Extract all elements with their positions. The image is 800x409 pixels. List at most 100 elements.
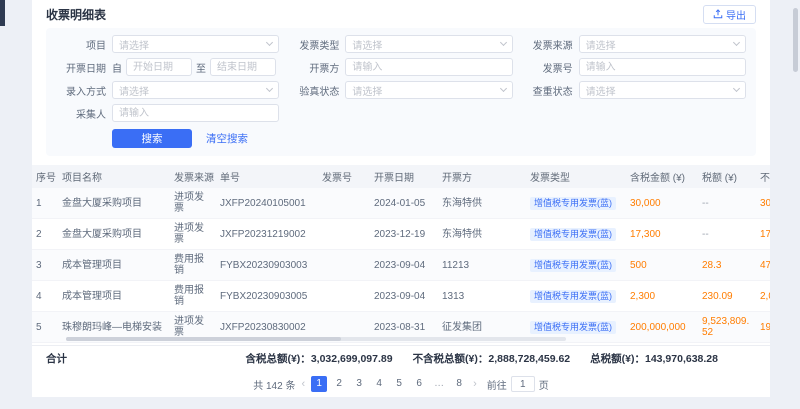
tax-total: 总税额(¥)：143,970,638.28 [590,351,718,366]
total-count: 共 142 条 [253,377,295,392]
column-header-source: 发票来源 [170,165,216,188]
end-date-input[interactable] [210,58,276,76]
filter-invoice-source: 发票来源 请选择 [523,35,746,53]
cell-net: 190,476,190.48 [756,312,770,343]
summary-total-label: 合计 [46,351,67,366]
entry-method-select[interactable]: 请选择 [112,81,279,99]
filter-issuer: 开票方 [289,58,512,76]
filter-invoice-date: 开票日期 自 至 [56,58,279,76]
cell-source: 进项发票 [170,219,216,250]
filter-actions: 搜索 清空搜索 [56,129,746,148]
invoice-type-badge: 增值税专用发票(蓝) [530,259,616,272]
filter-invoice-type: 发票类型 请选择 [289,35,512,53]
page-button[interactable]: 6 [411,376,427,392]
column-header-tax: 税额 (¥) [698,165,756,188]
table-row[interactable]: 1金盘大厦采购项目进项发票JXFP202401050012024-01-05东海… [32,188,770,219]
page-button[interactable]: 3 [351,376,367,392]
cell-project: 成本管理项目 [58,281,170,312]
invoice-date-range: 自 至 [112,58,279,76]
cell-order: JXFP20231219002 [216,219,318,250]
filter-entry-method: 录入方式 请选择 [56,81,279,99]
cell-tax: 230.09 [698,281,756,312]
column-header-issuer: 开票方 [438,165,526,188]
cell-type: 增值税专用发票(蓝) [526,219,626,250]
next-page-button[interactable]: › [473,376,477,392]
horizontal-scrollbar-thumb[interactable] [66,337,341,341]
issuer-input[interactable] [345,58,512,76]
column-header-project: 项目名称 [58,165,170,188]
page-button[interactable]: 4 [371,376,387,392]
page-button[interactable]: 2 [331,376,347,392]
export-button[interactable]: 导出 [703,5,756,24]
pager-ellipsis: … [431,376,447,392]
cell-net: 30,000 [756,188,770,219]
invoice-type-select[interactable]: 请选择 [345,35,512,53]
cell-source: 费用报销 [170,250,216,281]
filter-dup-status: 查重状态 请选择 [523,81,746,99]
filter-panel: 项目 请选择 发票类型 请选择 发票来源 请选择 [46,28,756,156]
issuer-label: 开票方 [289,60,339,75]
table-row[interactable]: 3成本管理项目费用报销FYBX202309030032023-09-041121… [32,250,770,281]
cell-no: 5 [32,312,58,343]
table-row[interactable]: 4成本管理项目费用报销FYBX202309030052023-09-041313… [32,281,770,312]
cell-date: 2024-01-05 [370,188,438,219]
chevron-down-icon [500,39,507,46]
table-row[interactable]: 2金盘大厦采购项目进项发票JXFP202312190022023-12-19东海… [32,219,770,250]
invoice-type-badge: 增值税专用发票(蓝) [530,321,616,334]
search-button[interactable]: 搜索 [112,129,192,148]
cell-project: 金盘大厦采购项目 [58,219,170,250]
cell-type: 增值税专用发票(蓝) [526,250,626,281]
cell-order: JXFP20240105001 [216,188,318,219]
cell-date: 2023-12-19 [370,219,438,250]
dup-status-select[interactable]: 请选择 [579,81,746,99]
horizontal-scrollbar[interactable] [66,337,566,341]
page-button[interactable]: 1 [311,376,327,392]
incl-tax-total: 含税总额(¥)：3,032,699,097.89 [245,351,392,366]
cell-amount: 30,000 [626,188,698,219]
cell-net: 17,300 [756,219,770,250]
goto-page-input[interactable] [511,376,535,392]
cell-date: 2023-09-04 [370,250,438,281]
cell-invoice_no [318,188,370,219]
cell-amount: 500 [626,250,698,281]
verify-status-select[interactable]: 请选择 [345,81,512,99]
invoice-source-select[interactable]: 请选择 [579,35,746,53]
column-header-amount: 含税金额 (¥) [626,165,698,188]
column-header-date: 开票日期 [370,165,438,188]
prev-page-button[interactable]: ‹ [301,376,305,392]
cell-tax: -- [698,219,756,250]
invoice-type-label: 发票类型 [289,37,339,52]
excl-tax-total: 不含税总额(¥)：2,888,728,459.62 [413,351,571,366]
cell-issuer: 东海特供 [438,219,526,250]
collector-input[interactable] [112,104,279,122]
verify-status-label: 验真状态 [289,83,339,98]
cell-tax: 28.3 [698,250,756,281]
vertical-scrollbar[interactable] [793,0,799,409]
cell-project: 金盘大厦采购项目 [58,188,170,219]
goto-label: 前往 [487,377,507,392]
project-select[interactable]: 请选择 [112,35,279,53]
filter-verify-status: 验真状态 请选择 [289,81,512,99]
cell-project: 成本管理项目 [58,250,170,281]
cell-order: FYBX20230903003 [216,250,318,281]
column-header-invoice-no: 发票号 [318,165,370,188]
project-label: 项目 [56,37,106,52]
cell-amount: 200,000,000 [626,312,698,343]
page-button[interactable]: 8 [451,376,467,392]
cell-amount: 17,300 [626,219,698,250]
page-button[interactable]: 5 [391,376,407,392]
column-header-order: 单号 [216,165,318,188]
vertical-scrollbar-thumb[interactable] [793,8,798,72]
collector-label: 采集人 [56,106,106,121]
start-date-input[interactable] [126,58,192,76]
filter-form: 项目 请选择 发票类型 请选择 发票来源 请选择 [56,35,746,122]
dup-status-label: 查重状态 [523,83,573,98]
goto-page: 前往 页 [487,376,549,392]
cell-source: 费用报销 [170,281,216,312]
entry-method-label: 录入方式 [56,83,106,98]
clear-search-button[interactable]: 清空搜索 [206,131,248,146]
cell-type: 增值税专用发票(蓝) [526,281,626,312]
page-title: 收票明细表 [46,6,106,23]
cell-net: 471.7 [756,250,770,281]
invoice-no-input[interactable] [579,58,746,76]
